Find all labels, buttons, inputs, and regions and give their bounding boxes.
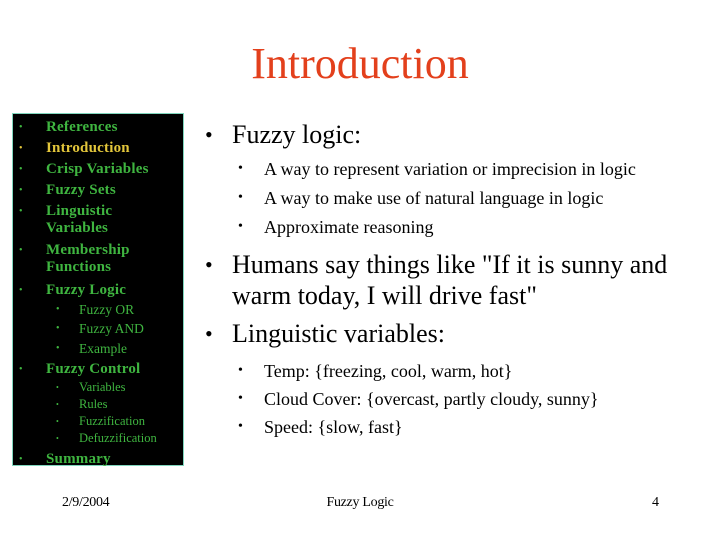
bullet-icon: • [238,419,243,434]
bullet-icon: • [238,219,243,234]
bullet-icon: • [19,454,23,465]
sidebar-item-label: Crisp Variables [46,161,149,177]
bullet-icon: • [56,400,59,409]
bullet-icon: • [205,252,213,277]
bullet-icon: • [19,143,23,154]
content-subbullet-text: Cloud Cover: {overcast, partly cloudy, s… [264,389,599,409]
sidebar-item-label: Summary [46,451,111,467]
bullet-icon: • [19,364,23,375]
content-subbullet-text: A way to make use of natural language in… [264,188,604,208]
bullet-icon: • [56,417,59,426]
footer-title: Fuzzy Logic [326,495,394,510]
bullet-icon: • [238,161,243,176]
sidebar-item-label: Fuzzy Sets [46,182,116,198]
sidebar-item-label: Introduction [46,140,130,156]
bullet-icon: • [238,190,243,205]
bullet-icon: • [19,122,23,133]
bullet-icon: • [56,343,60,354]
sidebar-subitem-label: Example [79,341,127,356]
bullet-icon: • [56,304,60,315]
sidebar-item-label: Membership Functions [46,242,130,275]
sidebar-subitem-label: Defuzzification [79,431,157,445]
bullet-icon: • [56,383,59,392]
content-subbullet-text: Speed: {slow, fast} [264,417,403,437]
bullet-icon: • [19,206,23,217]
content-subbullet-text: Temp: {freezing, cool, warm, hot} [264,361,513,381]
bullet-icon: • [19,164,23,175]
bullet-icon: • [205,321,213,346]
footer-page-number: 4 [652,495,659,510]
bullet-icon: • [19,185,23,196]
sidebar-outline: • References • Introduction • Crisp Vari… [12,113,184,467]
sidebar-subitem-label: Variables [79,380,126,394]
content-bullet-text: Humans say things like "If it is sunny a… [232,250,668,310]
bullet-icon: • [19,285,23,296]
bullet-icon: • [56,434,59,443]
slide-title: Introduction [251,39,469,88]
content-bullet-text: Fuzzy logic: [232,120,362,149]
sidebar-item-label: References [46,119,118,135]
sidebar-subitem-label: Fuzzy AND [79,321,144,336]
bullet-icon: • [238,363,243,378]
content-subbullet-text: Approximate reasoning [264,217,434,237]
sidebar-subitem-label: Fuzzification [79,414,145,428]
bullet-icon: • [238,391,243,406]
bullet-icon: • [205,122,213,147]
bullet-icon: • [56,323,60,334]
sidebar-item-label: Fuzzy Control [46,361,141,377]
sidebar-subitem-label: Fuzzy OR [79,302,135,317]
content-subbullet-text: A way to represent variation or imprecis… [264,159,636,179]
bullet-icon: • [19,245,23,256]
content-bullet-text: Linguistic variables: [232,319,446,348]
sidebar-item-label: Linguistic Variables [46,203,113,236]
sidebar-item-label: Fuzzy Logic [46,282,127,298]
sidebar-subitem-label: Rules [79,397,108,411]
